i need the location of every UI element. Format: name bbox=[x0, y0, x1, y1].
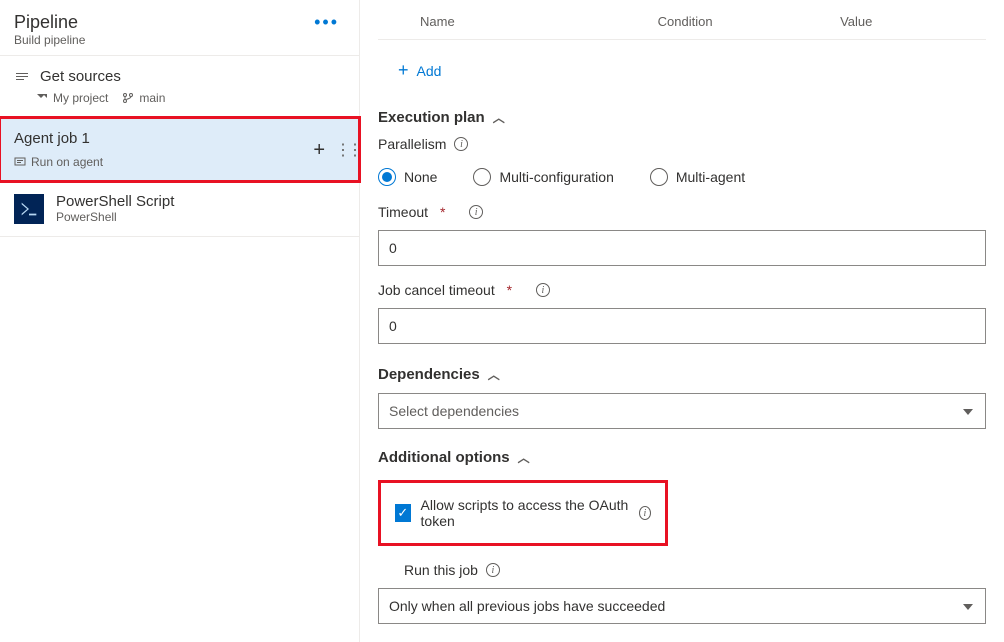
variables-header-row: Name Condition Value bbox=[378, 0, 986, 40]
pipeline-header: Pipeline Build pipeline ••• bbox=[0, 0, 359, 55]
repo-project: My project bbox=[36, 91, 108, 105]
run-this-job-value: Only when all previous jobs have succeed… bbox=[389, 598, 665, 614]
info-icon[interactable]: i bbox=[454, 137, 468, 151]
timeout-label: Timeout * i bbox=[378, 204, 483, 220]
info-icon[interactable]: i bbox=[469, 205, 483, 219]
dependencies-header[interactable]: Dependencies ︿ bbox=[378, 366, 986, 383]
repo-project-label: My project bbox=[53, 91, 108, 105]
oauth-checkbox[interactable]: ✓ bbox=[395, 504, 411, 522]
sources-icon bbox=[14, 69, 30, 85]
drag-handle-icon[interactable] bbox=[335, 140, 345, 160]
run-this-job-label: Run this job i bbox=[404, 562, 986, 578]
agent-job-item[interactable]: Agent job 1 Run on agent + bbox=[0, 118, 359, 181]
add-task-button[interactable]: + bbox=[313, 140, 325, 160]
radio-multi-agent[interactable]: Multi-agent bbox=[650, 168, 745, 186]
additional-options-label: Additional options bbox=[378, 449, 510, 466]
radio-icon bbox=[378, 168, 396, 186]
get-sources-title: Get sources bbox=[40, 68, 121, 85]
task-title: PowerShell Script bbox=[56, 193, 174, 210]
parallelism-radio-group: None Multi-configuration Multi-agent bbox=[378, 168, 986, 186]
add-label: Add bbox=[417, 63, 442, 79]
execution-plan-header[interactable]: Execution plan ︿ bbox=[378, 109, 986, 126]
add-variable-button[interactable]: + Add bbox=[378, 40, 449, 103]
execution-plan-label: Execution plan bbox=[378, 109, 485, 126]
agent-icon bbox=[14, 156, 26, 168]
header-condition: Condition bbox=[658, 14, 840, 29]
dependencies-label: Dependencies bbox=[378, 366, 480, 383]
info-icon[interactable]: i bbox=[486, 563, 500, 577]
right-pane: Name Condition Value + Add Execution pla… bbox=[360, 0, 1004, 642]
agent-job-subtitle: Run on agent bbox=[14, 155, 103, 169]
more-menu-button[interactable]: ••• bbox=[308, 12, 345, 33]
cancel-timeout-label: Job cancel timeout * i bbox=[378, 282, 550, 298]
agent-job-title: Agent job 1 bbox=[14, 130, 90, 147]
left-pane: Pipeline Build pipeline ••• Get sources … bbox=[0, 0, 360, 642]
parallelism-label: Parallelism i bbox=[378, 136, 468, 152]
chevron-up-icon: ︿ bbox=[518, 449, 530, 466]
powershell-icon bbox=[14, 194, 44, 224]
chevron-up-icon: ︿ bbox=[493, 109, 505, 126]
radio-none[interactable]: None bbox=[378, 168, 437, 186]
additional-options-header[interactable]: Additional options ︿ bbox=[378, 449, 986, 466]
radio-icon bbox=[650, 168, 668, 186]
header-value: Value bbox=[840, 14, 986, 29]
info-icon[interactable]: i bbox=[536, 283, 550, 297]
powershell-task-item[interactable]: PowerShell Script PowerShell bbox=[0, 181, 359, 237]
dependencies-placeholder: Select dependencies bbox=[389, 403, 519, 419]
run-this-job-select[interactable]: Only when all previous jobs have succeed… bbox=[378, 588, 986, 624]
header-name: Name bbox=[378, 14, 658, 29]
info-icon[interactable]: i bbox=[639, 506, 651, 520]
get-sources-item[interactable]: Get sources My project main bbox=[0, 55, 359, 118]
radio-none-label: None bbox=[404, 169, 437, 185]
branch-icon bbox=[122, 92, 134, 104]
oauth-label: Allow scripts to access the OAuth token bbox=[421, 497, 629, 529]
pipeline-subtitle: Build pipeline bbox=[14, 33, 85, 47]
repo-branch-label: main bbox=[139, 91, 165, 105]
repo-branch: main bbox=[122, 91, 165, 105]
cancel-timeout-input[interactable] bbox=[378, 308, 986, 344]
pipeline-title: Pipeline bbox=[14, 12, 85, 33]
radio-multi-agent-label: Multi-agent bbox=[676, 169, 745, 185]
dependencies-select[interactable]: Select dependencies bbox=[378, 393, 986, 429]
chevron-up-icon: ︿ bbox=[488, 366, 500, 383]
repo-icon bbox=[36, 92, 48, 104]
radio-multi-config-label: Multi-configuration bbox=[499, 169, 613, 185]
plus-icon: + bbox=[398, 60, 409, 81]
highlight-red-oauth: ✓ Allow scripts to access the OAuth toke… bbox=[378, 480, 668, 546]
radio-multi-config[interactable]: Multi-configuration bbox=[473, 168, 613, 186]
radio-icon bbox=[473, 168, 491, 186]
timeout-input[interactable] bbox=[378, 230, 986, 266]
task-subtitle: PowerShell bbox=[56, 210, 174, 224]
agent-job-subtitle-label: Run on agent bbox=[31, 155, 103, 169]
